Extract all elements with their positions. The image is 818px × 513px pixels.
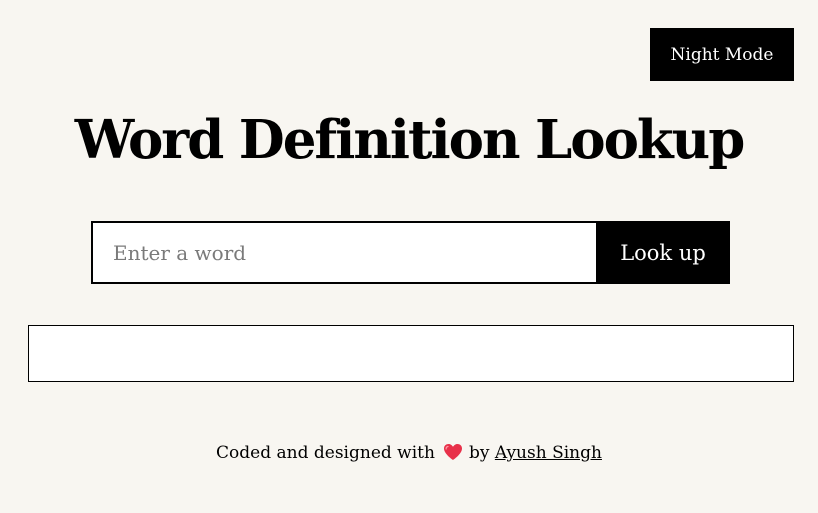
page-title: Word Definition Lookup: [74, 109, 746, 171]
footer-by: by: [468, 443, 490, 463]
night-mode-button[interactable]: Night Mode: [650, 28, 794, 81]
author-link[interactable]: Ayush Singh: [495, 443, 602, 463]
footer-prefix: Coded and designed with: [216, 443, 435, 463]
footer: Coded and designed with by Ayush Singh: [0, 440, 818, 469]
look-up-button[interactable]: Look up: [596, 221, 730, 284]
heart-icon: [443, 443, 463, 469]
word-input[interactable]: [91, 221, 596, 284]
search-form: Look up: [91, 221, 730, 284]
definition-result-box: [28, 325, 794, 382]
